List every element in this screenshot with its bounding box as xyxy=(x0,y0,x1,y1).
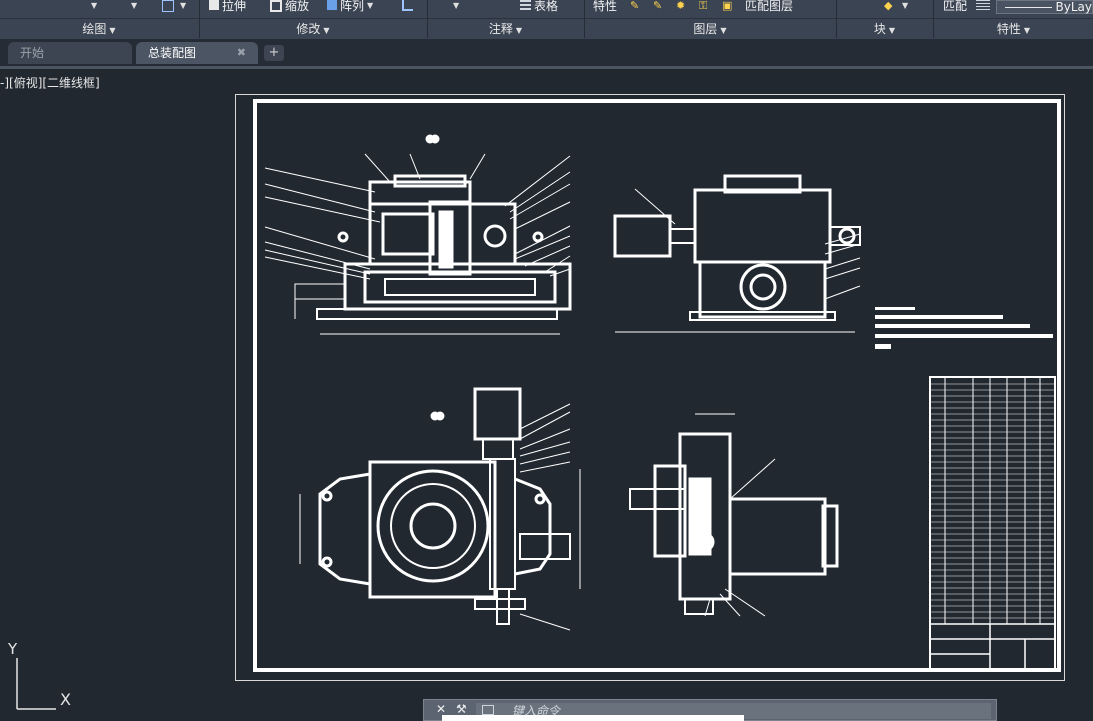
ribbon-divider xyxy=(199,0,200,38)
inner-frame xyxy=(253,99,1061,672)
command-prompt-icon xyxy=(482,705,494,715)
parts-list-table xyxy=(929,376,1056,671)
side-view xyxy=(613,174,861,321)
section-view xyxy=(629,432,839,615)
ribbon-divider xyxy=(584,0,585,38)
panel-annotate-label[interactable]: 注释 ▼ xyxy=(428,19,583,39)
array-button[interactable]: 阵列 ▼ xyxy=(327,0,373,18)
customize-wrench-icon[interactable]: ⚒ xyxy=(456,702,467,716)
close-command-line-icon[interactable]: ✕ xyxy=(436,702,446,716)
ribbon-divider xyxy=(427,0,428,38)
layer-tools-group[interactable]: ✎ ✎ ✹ ⚿ ▣ xyxy=(630,0,737,18)
ribbon-tool-row: ▼ ▼ ▼ 拉伸 缩放 阵列 ▼ ▼ 表格 特性 ✎ ✎ ✹ ⚿ ▣ 匹配图层 ◆… xyxy=(0,0,1093,18)
top-view xyxy=(318,387,571,625)
match-layer-button[interactable]: 匹配图层 xyxy=(745,0,793,18)
panel-draw-label[interactable]: 绘图 ▼ xyxy=(0,19,198,39)
parts-list-rows xyxy=(930,383,1055,619)
match-properties-button[interactable]: 匹配 xyxy=(943,0,967,18)
layer-state-icon: ✎ xyxy=(630,0,640,12)
assembly-drawing xyxy=(253,99,1061,672)
title-block xyxy=(929,623,1056,671)
lineweight-icon-button[interactable] xyxy=(976,0,993,18)
annotate-dropdown-arrow[interactable]: ▼ xyxy=(450,0,459,18)
file-tab-bar: 开始 总装配图 ✖ + xyxy=(0,39,1093,69)
stretch-icon xyxy=(209,0,219,10)
close-tab-icon[interactable]: ✖ xyxy=(237,42,246,64)
table-icon xyxy=(520,0,531,10)
linetype-preview xyxy=(1005,7,1052,8)
linetype-select[interactable]: ByLay xyxy=(996,0,1093,14)
ribbon-panel-labels: 绘图 ▼ 修改 ▼ 注释 ▼ 图层 ▼ 块 ▼ 特性 ▼ xyxy=(0,18,1093,40)
ribbon-divider xyxy=(933,0,934,38)
offset-icon xyxy=(402,0,413,11)
new-tab-button[interactable]: + xyxy=(264,45,284,61)
layer-freeze-icon: ✹ xyxy=(676,0,686,12)
technical-notes xyxy=(875,307,1053,349)
tab-drawing[interactable]: 总装配图 ✖ xyxy=(136,42,258,64)
draw-dropdown-arrow[interactable]: ▼ xyxy=(88,0,97,18)
block-insert-button[interactable]: ◆ ▼ xyxy=(884,0,908,18)
lineweight-icon xyxy=(976,0,990,10)
array-icon xyxy=(327,0,337,10)
panel-modify-label[interactable]: 修改 ▼ xyxy=(200,19,426,39)
modify-tool-icon-button[interactable]: ▼ xyxy=(162,0,186,18)
viewport-controls-label[interactable]: -][俯视][二维线框] xyxy=(0,74,100,91)
properties-button[interactable]: 特性 xyxy=(593,0,617,18)
mirror-icon xyxy=(162,0,174,12)
command-history-popup xyxy=(442,715,744,721)
offset-button[interactable] xyxy=(402,0,416,18)
draw-dropdown-arrow-2[interactable]: ▼ xyxy=(128,0,137,18)
scale-button[interactable]: 缩放 xyxy=(270,0,309,18)
match-layer-icon: ▣ xyxy=(722,0,733,12)
ucs-x-label: X xyxy=(60,690,71,709)
layer-lock-icon: ⚿ xyxy=(699,0,708,12)
ribbon-divider xyxy=(836,0,837,38)
panel-properties-label[interactable]: 特性 ▼ xyxy=(934,19,1093,39)
table-button[interactable]: 表格 xyxy=(520,0,558,18)
panel-block-label[interactable]: 块 ▼ xyxy=(837,19,932,39)
insert-block-icon: ◆ xyxy=(884,0,893,12)
ucs-y-label: Y xyxy=(8,640,18,658)
panel-layers-label[interactable]: 图层 ▼ xyxy=(585,19,835,39)
scale-icon xyxy=(270,0,282,12)
stretch-button[interactable]: 拉伸 xyxy=(209,0,246,18)
tab-start[interactable]: 开始 xyxy=(8,42,132,64)
layer-isolate-icon: ✎ xyxy=(653,0,663,12)
front-section-view xyxy=(294,134,572,320)
